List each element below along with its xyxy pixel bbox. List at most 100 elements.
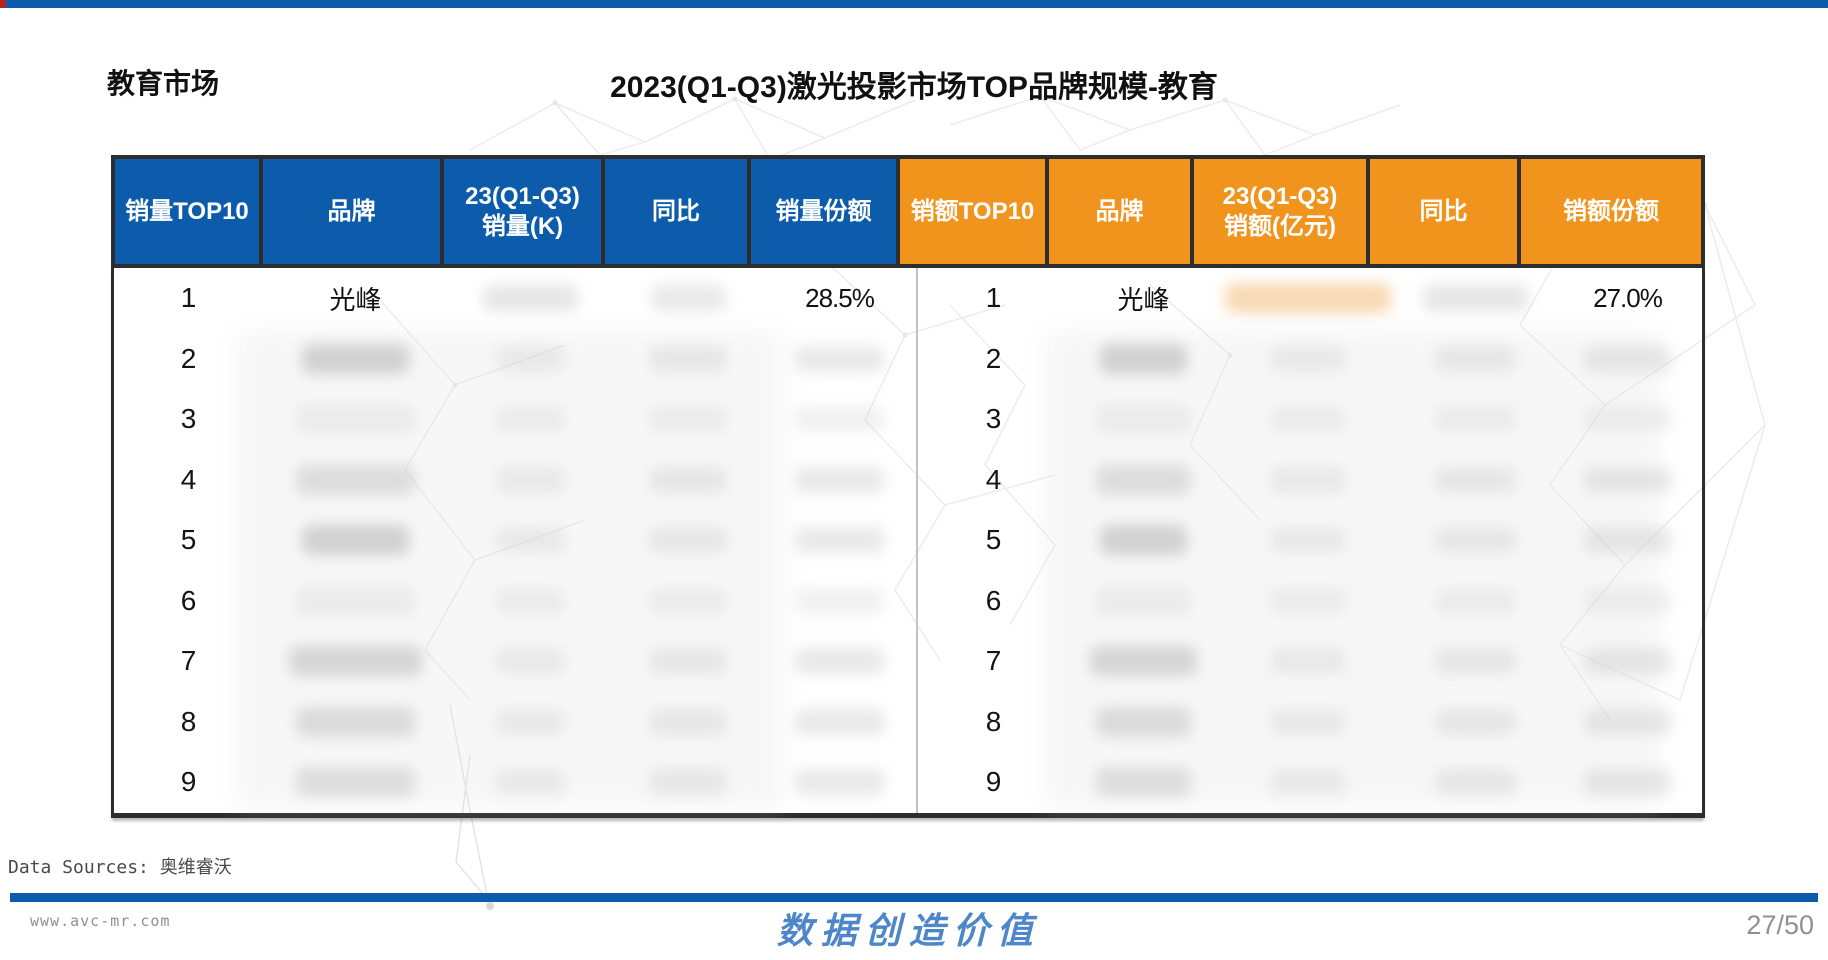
table-row: 9 [918, 752, 1702, 813]
brand-cell-redacted [1069, 450, 1218, 511]
yoy-cell-redacted [613, 329, 763, 390]
blur-smudge [795, 346, 884, 372]
value-cell-redacted [1218, 268, 1398, 329]
blur-smudge [483, 285, 579, 311]
brand-cell: 光峰 [263, 268, 448, 329]
table-row: 9 [114, 752, 916, 813]
blur-smudge [1584, 648, 1670, 674]
table-row: 8 [918, 692, 1702, 753]
brand-cell-redacted [1069, 571, 1218, 632]
table-row: 4 [918, 450, 1702, 511]
brand-cell-redacted [263, 692, 448, 753]
value-cell-redacted [448, 450, 613, 511]
table-header-row: 销量TOP10 品牌 23(Q1-Q3) 销量(K) 同比 销量份额 销额TOP… [111, 155, 1705, 268]
yoy-cell-redacted [1398, 631, 1553, 692]
blur-smudge [296, 404, 414, 434]
top-accent-red-mark [0, 0, 6, 8]
share-cell-redacted [763, 510, 916, 571]
yoy-cell-redacted [613, 450, 763, 511]
rank-cell: 4 [114, 450, 263, 511]
yoy-cell-redacted [1398, 752, 1553, 813]
blur-smudge [1435, 467, 1516, 493]
header-revenue-top10: 销额TOP10 [900, 159, 1049, 264]
blur-smudge [649, 648, 727, 674]
brand-cell: 光峰 [1069, 268, 1218, 329]
rank-cell: 2 [114, 329, 263, 390]
blur-smudge [795, 709, 884, 735]
blur-smudge [1435, 406, 1516, 432]
blur-smudge [496, 467, 565, 493]
yoy-cell-redacted [613, 752, 763, 813]
rank-cell: 8 [918, 692, 1069, 753]
share-cell-redacted [1553, 450, 1702, 511]
blur-smudge [1100, 344, 1186, 374]
rank-cell: 6 [918, 571, 1069, 632]
blur-smudge [1584, 527, 1670, 553]
value-cell-redacted [448, 329, 613, 390]
blur-smudge [496, 709, 565, 735]
value-cell-redacted [1218, 329, 1398, 390]
blur-smudge [795, 406, 884, 432]
table-row: 2 [918, 329, 1702, 390]
header-revenue-value: 23(Q1-Q3) 销额(亿元) [1194, 159, 1370, 264]
share-cell-redacted [1553, 571, 1702, 632]
blur-smudge [1270, 709, 1346, 735]
blur-smudge [1584, 406, 1670, 432]
blur-smudge [1435, 769, 1516, 795]
brand-cell-redacted [263, 571, 448, 632]
blur-smudge [649, 346, 727, 372]
rank-cell: 4 [918, 450, 1069, 511]
blur-smudge [649, 527, 727, 553]
value-cell-redacted [448, 631, 613, 692]
yoy-cell-redacted [613, 268, 763, 329]
blur-smudge [1270, 588, 1346, 614]
blur-smudge [795, 588, 884, 614]
blur-smudge [1270, 467, 1346, 493]
yoy-cell-redacted [1398, 268, 1553, 329]
yoy-cell-redacted [1398, 510, 1553, 571]
value-cell-redacted [1218, 510, 1398, 571]
table-row: 5 [114, 510, 916, 571]
share-cell-redacted [763, 329, 916, 390]
share-cell-redacted [1553, 389, 1702, 450]
yoy-cell-redacted [613, 510, 763, 571]
blur-smudge [649, 709, 727, 735]
footer-divider-line [10, 893, 1818, 902]
blur-smudge [1225, 283, 1391, 313]
blur-smudge [296, 465, 414, 495]
brand-cell-redacted [263, 329, 448, 390]
table-row: 2 [114, 329, 916, 390]
brand-cell-redacted [263, 510, 448, 571]
table-row: 6 [114, 571, 916, 632]
blur-smudge [1270, 648, 1346, 674]
share-cell-redacted [1553, 510, 1702, 571]
blur-smudge [1090, 646, 1197, 676]
blur-smudge [1584, 346, 1670, 372]
yoy-cell-redacted [613, 692, 763, 753]
header-volume-yoy: 同比 [605, 159, 751, 264]
blur-smudge [496, 769, 565, 795]
page-title: 2023(Q1-Q3)激光投影市场TOP品牌规模-教育 [0, 62, 1828, 106]
yoy-cell-redacted [1398, 329, 1553, 390]
table-row: 4 [114, 450, 916, 511]
header-revenue-yoy: 同比 [1370, 159, 1521, 264]
blur-smudge [1270, 406, 1346, 432]
brand-cell-redacted [1069, 752, 1218, 813]
rank-cell: 2 [918, 329, 1069, 390]
website-text: www.avc-mr.com [30, 912, 170, 930]
header-revenue-brand: 品牌 [1049, 159, 1194, 264]
rank-cell: 7 [918, 631, 1069, 692]
table-row: 1 光峰 28.5% [114, 268, 916, 329]
slide-page: 教育市场 2023(Q1-Q3)激光投影市场TOP品牌规模-教育 销量TOP10… [0, 0, 1828, 960]
blur-smudge [795, 648, 884, 674]
share-cell-redacted [1553, 329, 1702, 390]
blur-smudge [296, 707, 414, 737]
blur-smudge [496, 346, 565, 372]
blur-smudge [1435, 709, 1516, 735]
value-cell-redacted [1218, 450, 1398, 511]
table-row: 3 [918, 389, 1702, 450]
value-cell-redacted [1218, 631, 1398, 692]
share-cell-redacted [763, 631, 916, 692]
blur-smudge [795, 769, 884, 795]
share-cell-redacted [763, 389, 916, 450]
